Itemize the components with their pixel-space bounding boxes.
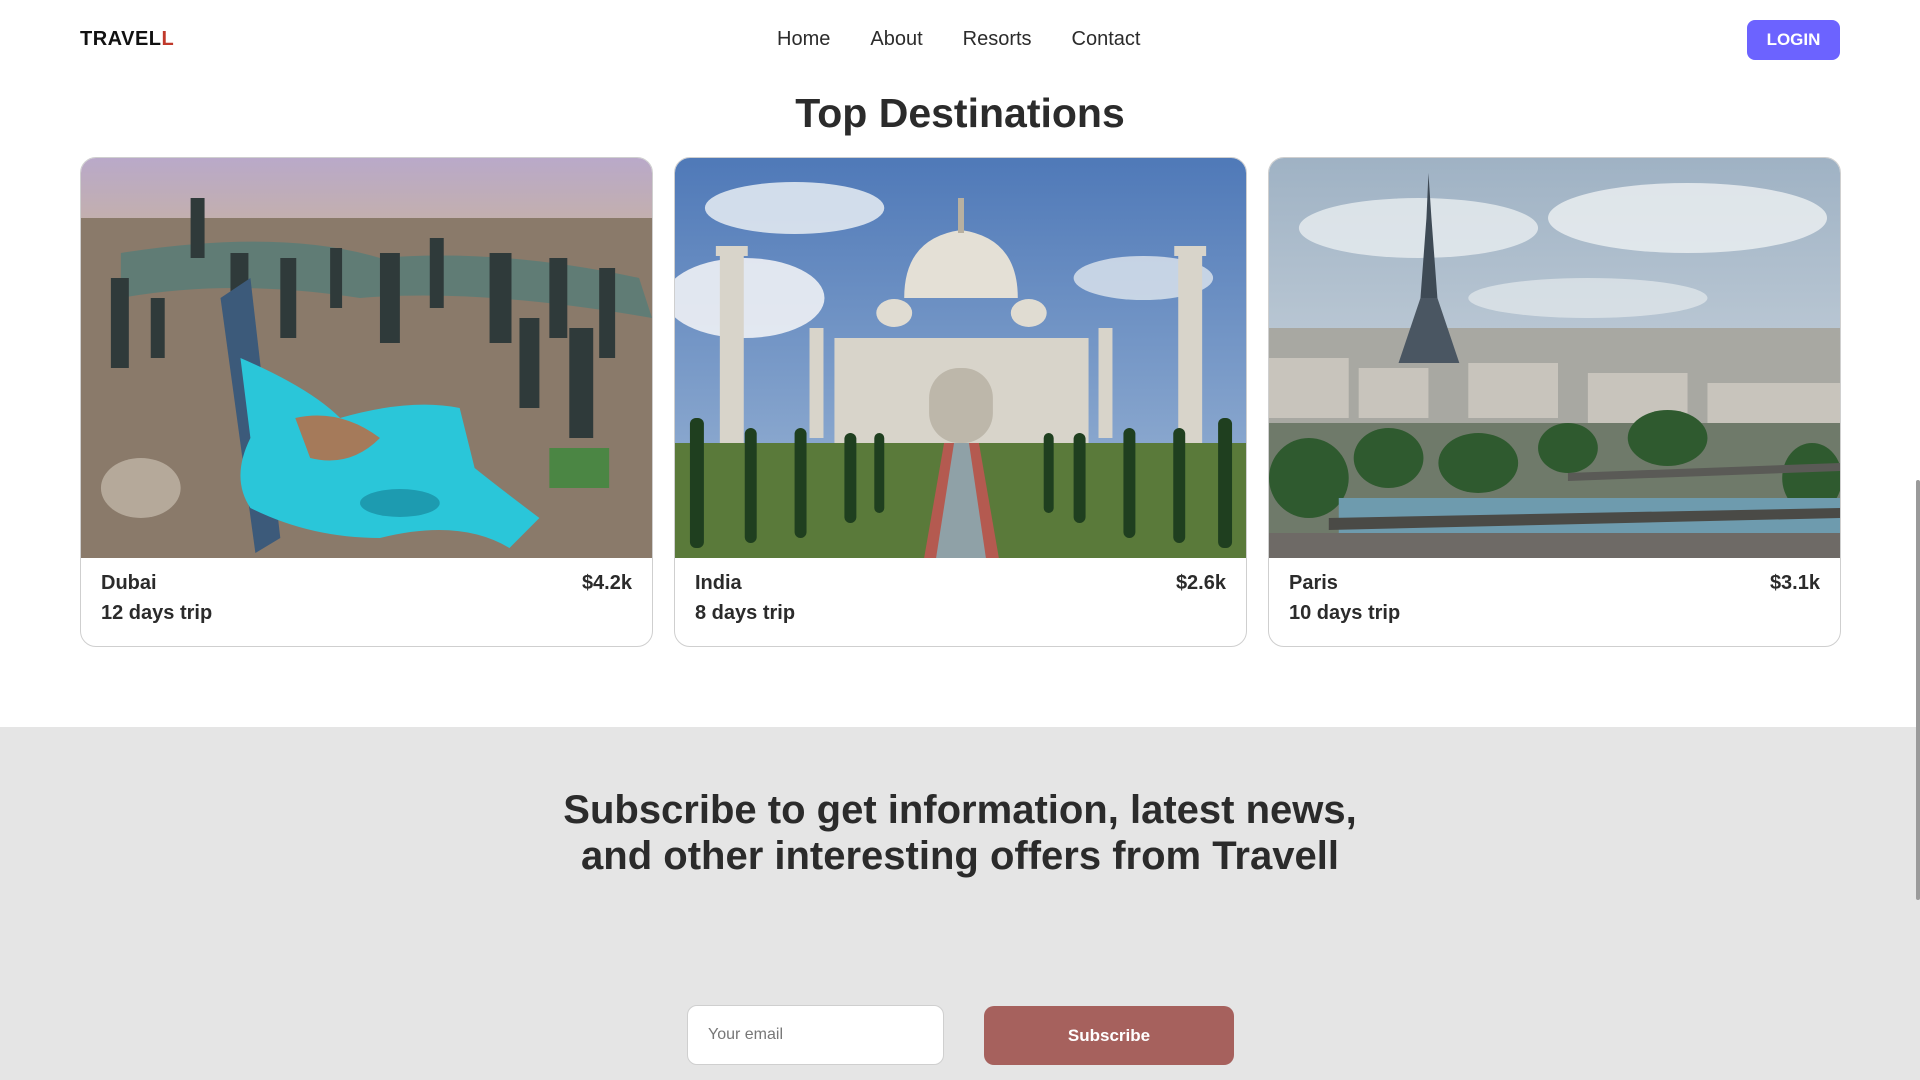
card-days: 10 days trip (1289, 602, 1401, 624)
main-nav: Home About Resorts Contact (777, 28, 1140, 51)
card-days: 8 days trip (695, 602, 796, 624)
dubai-aerial-photo (81, 158, 652, 558)
card-price: $4.2k (581, 571, 632, 594)
nav-about[interactable]: About (870, 28, 922, 51)
destination-card-dubai[interactable]: Dubai $4.2k 12 days trip (80, 157, 653, 647)
card-price: $3.1k (1769, 571, 1820, 594)
subscribe-button[interactable]: Subscribe (984, 1006, 1234, 1065)
card-price: $2.6k (1175, 571, 1226, 594)
card-days: 12 days trip (101, 602, 213, 624)
nav-resorts[interactable]: Resorts (963, 28, 1032, 51)
logo-accent: L (161, 28, 175, 50)
destination-card-india[interactable]: India $2.6k 8 days trip (674, 157, 1247, 647)
eiffel-tower-photo (1269, 158, 1840, 558)
subscribe-section: Subscribe to get information, latest new… (0, 727, 1920, 1080)
nav-contact[interactable]: Contact (1072, 28, 1141, 51)
card-name: India (695, 571, 742, 594)
nav-home[interactable]: Home (777, 28, 830, 51)
site-header: TRAVELL Home About Resorts Contact LOGIN (0, 0, 1920, 80)
login-button[interactable]: LOGIN (1747, 20, 1840, 60)
logo[interactable]: TRAVELL (80, 28, 174, 51)
section-title: Top Destinations (795, 90, 1125, 136)
subscribe-title: Subscribe to get information, latest new… (563, 788, 1357, 878)
card-name: Paris (1289, 571, 1338, 594)
taj-mahal-photo (675, 158, 1246, 558)
logo-text: TRAVEL (80, 28, 162, 50)
destination-card-paris[interactable]: Paris $3.1k 10 days trip (1268, 157, 1841, 647)
destination-cards: Dubai $4.2k 12 days trip India $2.6k 8 d… (80, 157, 1841, 647)
email-input[interactable] (687, 1005, 944, 1065)
scrollbar[interactable] (1916, 480, 1920, 900)
card-name: Dubai (101, 571, 157, 594)
